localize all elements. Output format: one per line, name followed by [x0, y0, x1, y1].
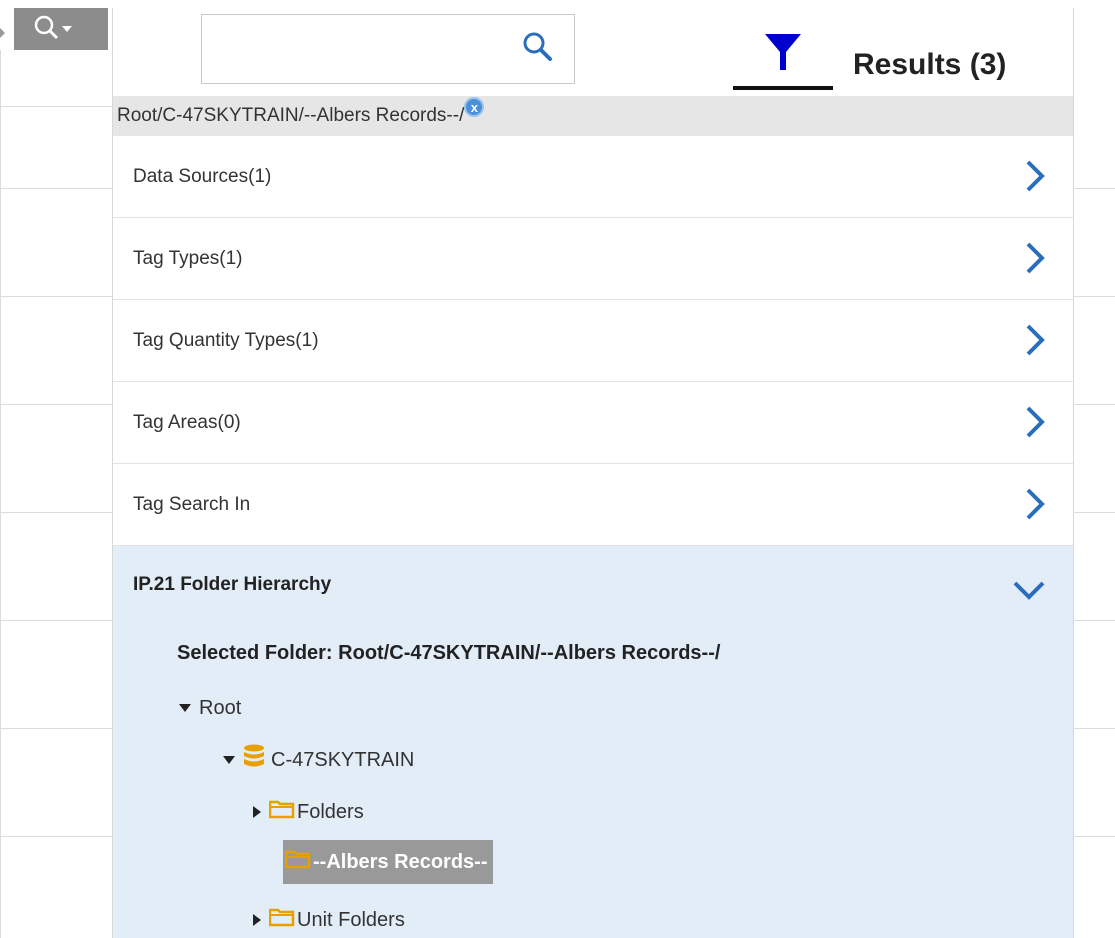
hierarchy-title[interactable]: IP.21 Folder Hierarchy	[133, 574, 331, 596]
folder-icon	[284, 849, 311, 875]
chevron-right-icon	[1025, 406, 1045, 444]
expand-triangle-icon[interactable]	[179, 704, 191, 712]
clear-filter-icon[interactable]: x	[464, 97, 485, 117]
chevron-right-icon	[1025, 242, 1045, 280]
tree-node-albers-records[interactable]: --Albers Records--	[283, 840, 494, 884]
breadcrumb-path: Root/C-47SKYTRAIN/--Albers Records--/	[117, 105, 465, 126]
active-tab-indicator	[733, 86, 833, 90]
category-label: Tag Quantity Types(1)	[133, 329, 319, 351]
background-row-line	[0, 728, 112, 729]
folder-hierarchy-section: IP.21 Folder Hierarchy Selected Folder: …	[113, 546, 1073, 938]
collapse-arrow-icon[interactable]	[0, 28, 5, 38]
category-label: Tag Search In	[133, 493, 251, 515]
tree-node-label: Folders	[297, 800, 364, 823]
tab-filter[interactable]	[733, 18, 833, 90]
tree-node-unit-folders[interactable]: Unit Folders	[253, 902, 405, 938]
search-icon[interactable]	[520, 29, 556, 70]
background-row-line	[0, 620, 112, 621]
expand-triangle-icon[interactable]	[223, 756, 235, 764]
category-tag-search-in[interactable]: Tag Search In	[113, 464, 1073, 546]
search-input[interactable]	[210, 23, 510, 75]
folder-icon	[268, 799, 295, 825]
background-row-line	[1074, 620, 1115, 621]
folder-icon	[268, 907, 295, 933]
background-row-line	[0, 106, 112, 107]
chevron-right-icon	[1025, 488, 1045, 526]
category-label: Tag Types(1)	[133, 247, 243, 269]
tree-node-label: Root	[199, 696, 242, 719]
category-label: Tag Areas(0)	[133, 411, 241, 433]
background-row-line	[0, 188, 112, 189]
background-row-line	[0, 836, 112, 837]
background-row-line	[0, 404, 112, 405]
background-row-line	[0, 296, 112, 297]
background-row-line	[1074, 404, 1115, 405]
category-tag-types[interactable]: Tag Types(1)	[113, 218, 1073, 300]
collapsed-triangle-icon[interactable]	[253, 914, 261, 926]
background-row-line	[1074, 512, 1115, 513]
chevron-right-icon	[1025, 324, 1045, 362]
selected-folder-label: Selected Folder: Root/C-47SKYTRAIN/--Alb…	[177, 642, 721, 664]
magnifier-icon	[34, 14, 74, 44]
search-field[interactable]	[201, 14, 575, 84]
category-label: Data Sources(1)	[133, 165, 272, 187]
category-tag-areas[interactable]: Tag Areas(0)	[113, 382, 1073, 464]
tree-node-root[interactable]: Root	[179, 690, 241, 726]
category-data-sources[interactable]: Data Sources(1)	[113, 136, 1073, 218]
background-row-line	[1074, 728, 1115, 729]
chevron-down-icon[interactable]	[1013, 580, 1045, 605]
tab-results[interactable]: Results (3)	[853, 48, 1006, 82]
background-row-line	[1074, 296, 1115, 297]
collapsed-triangle-icon[interactable]	[253, 806, 261, 818]
breadcrumb: Root/C-47SKYTRAIN/--Albers Records--/ x	[113, 96, 1073, 136]
background-row-line	[1074, 188, 1115, 189]
tree-node-database[interactable]: C-47SKYTRAIN	[223, 742, 414, 778]
background-row-line	[1074, 836, 1115, 837]
chevron-right-icon	[1025, 160, 1045, 198]
tree-node-label: C-47SKYTRAIN	[271, 748, 415, 771]
background-divider	[0, 50, 1, 938]
background-row-line	[0, 512, 112, 513]
tree-node-label: Unit Folders	[297, 908, 405, 931]
search-panel: Results (3) Root/C-47SKYTRAIN/--Albers R…	[112, 8, 1074, 938]
tree-node-label: --Albers Records--	[313, 850, 488, 873]
tree-node-folders[interactable]: Folders	[253, 794, 364, 830]
filter-funnel-icon	[763, 32, 803, 77]
search-tool-button[interactable]	[14, 8, 108, 50]
database-icon	[243, 744, 265, 776]
category-tag-quantity-types[interactable]: Tag Quantity Types(1)	[113, 300, 1073, 382]
